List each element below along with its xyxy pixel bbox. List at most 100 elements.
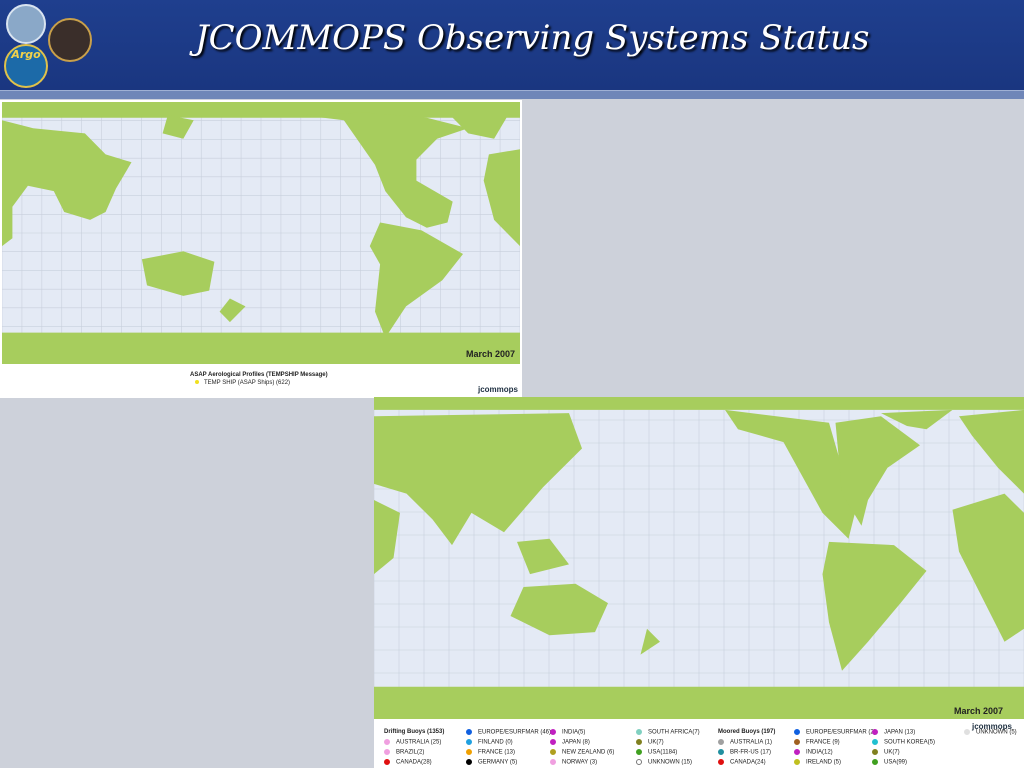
legend-label: CANADA(28) [396,759,432,766]
buoys-legend: Drifting Buoys (1353) Moored Buoys (197)… [374,723,1024,768]
legend-dot-icon [794,739,800,745]
legend-label: UK(7) [884,749,900,756]
yellow-dot-icon [195,380,199,385]
legend-label: EUROPE/ESURFMAR (46) [478,729,552,736]
legend-item: FRANCE (13) [466,749,515,756]
legend-item: AUSTRALIA (1) [718,739,772,746]
drifting-legend-header: Drifting Buoys (1353) [384,729,445,735]
legend-label: NEW ZEALAND (6) [562,749,615,756]
legend-dot-icon [466,729,472,735]
legend-dot-icon [872,749,878,755]
legend-label: AUSTRALIA (25) [396,739,442,746]
legend-label: UNKNOWN (5) [976,729,1017,736]
legend-dot-icon [466,759,472,765]
legend-item: JAPAN (8) [550,739,590,746]
moored-legend-header: Moored Buoys (197) [718,729,776,735]
legend-dot-icon [794,759,800,765]
title-bar: Argo JCOMMOPS Observing Systems Status [0,0,1024,90]
legend-dot-icon [718,759,724,765]
legend-label: NORWAY (3) [562,759,598,766]
buoys-map-land [374,397,1024,410]
legend-item: EUROPE/ESURFMAR (2) [794,729,876,736]
slide-title: JCOMMOPS Observing Systems Status [195,18,870,58]
legend-dot-icon [636,739,642,745]
legend-label: JAPAN (13) [884,729,916,736]
legend-item: AUSTRALIA (25) [384,739,441,746]
legend-dot-icon [550,729,556,735]
asap-map-date: March 2007 [466,349,516,359]
legend-item: BR-FR-US (17) [718,749,771,756]
legend-dot-icon [794,749,800,755]
legend-dot-icon [872,729,878,735]
jcommops-logo-text: jcommops [478,385,519,394]
buoys-map-land [374,686,1024,719]
legend-label: USA(99) [884,759,908,766]
legend-label: INDIA(5) [562,729,586,736]
legend-dot-icon [384,759,390,765]
legend-item: INDIA(5) [550,729,585,736]
legend-item: UNKNOWN (5) [964,729,1017,736]
asap-legend-item: TEMP SHIP (ASAP Ships) (622) [195,380,290,386]
legend-label: INDIA(12) [806,749,833,756]
legend-label: FRANCE (9) [806,739,840,746]
asap-legend-label: TEMP SHIP (ASAP Ships) (622) [204,380,291,386]
legend-label: SOUTH KOREA(5) [884,739,936,746]
legend-item: NEW ZEALAND (6) [550,749,614,756]
legend-item: SOUTH KOREA(5) [872,739,935,746]
legend-item: USA(1184) [636,749,677,756]
legend-dot-icon [718,749,724,755]
asap-map-canvas [2,102,520,364]
legend-item: FRANCE (9) [794,739,840,746]
jcommops-logo: jcommops [478,385,518,394]
legend-item: SOUTH AFRICA(7) [636,729,700,736]
legend-label: FINLAND (0) [478,739,513,746]
legend-item: CANADA(24) [718,759,766,766]
asap-map-land [2,332,520,364]
legend-dot-icon [384,749,390,755]
legend-item: JAPAN (13) [872,729,915,736]
legend-item: UNKNOWN (15) [636,759,692,766]
legend-dot-icon [964,729,970,735]
legend-label: GERMANY (5) [478,759,518,766]
header-divider [0,90,1024,99]
buoys-map-date: March 2007 [954,706,1004,716]
buoys-map-canvas [374,397,1024,719]
legend-dot-icon [550,759,556,765]
un-emblem-logo [6,4,46,44]
legend-label: UK(7) [648,739,664,746]
argo-logo-text: Argo [11,48,41,61]
legend-item: IRELAND (5) [794,759,841,766]
buoys-map: March 2007 jcommops Drifting Buoys (1353… [374,397,1024,768]
legend-item: CANADA(28) [384,759,432,766]
legend-dot-icon [550,739,556,745]
legend-label: SOUTH AFRICA(7) [648,729,700,736]
legend-label: EUROPE/ESURFMAR (2) [806,729,876,736]
legend-item: INDIA(12) [794,749,833,756]
legend-item: NORWAY (3) [550,759,597,766]
asap-profiles-map: March 2007 ASAP Aerological Profiles (TE… [0,100,522,398]
legend-label: AUSTRALIA (1) [730,739,773,746]
legend-item: GERMANY (5) [466,759,517,766]
legend-label: IRELAND (5) [806,759,842,766]
legend-label: UNKNOWN (15) [648,759,693,766]
legend-label: BR-FR-US (17) [730,749,772,756]
legend-label: CANADA(24) [730,759,766,766]
legend-label: JAPAN (8) [562,739,590,746]
argo-logo: Argo [4,44,48,88]
legend-dot-icon [384,739,390,745]
legend-dot-icon [636,749,642,755]
legend-item: USA(99) [872,759,907,766]
legend-label: USA(1184) [648,749,678,756]
legend-label: BRAZIL(2) [396,749,425,756]
legend-dot-icon [636,759,642,765]
legend-dot-icon [466,739,472,745]
legend-label: FRANCE (13) [478,749,516,756]
legend-item: UK(7) [872,749,900,756]
legend-dot-icon [872,759,878,765]
legend-dot-icon [718,739,724,745]
legend-dot-icon [636,729,642,735]
legend-item: UK(7) [636,739,664,746]
legend-dot-icon [794,729,800,735]
asap-legend-title: ASAP Aerological Profiles (TEMPSHIP Mess… [190,372,328,378]
legend-item: FINLAND (0) [466,739,513,746]
